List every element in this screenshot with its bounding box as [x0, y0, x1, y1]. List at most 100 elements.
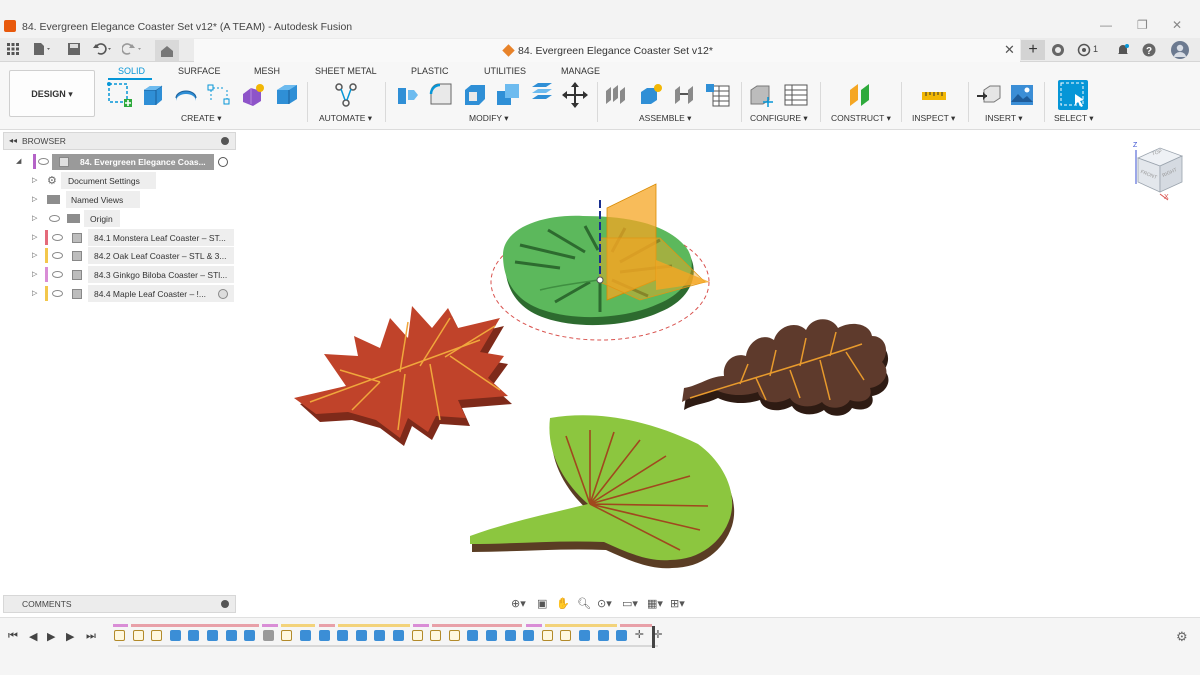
file-menu-icon[interactable]	[32, 42, 50, 58]
group-construct[interactable]: CONSTRUCT ▾	[831, 113, 891, 124]
timeline-extrude-icon[interactable]	[207, 630, 218, 641]
collapse-browser-icon[interactable]: ◂◂	[9, 136, 17, 145]
timeline-sketch-icon[interactable]	[132, 630, 144, 641]
box-icon[interactable]	[274, 82, 299, 107]
group-create[interactable]: CREATE ▾	[181, 113, 221, 124]
timeline-extrude-icon[interactable]	[523, 630, 535, 641]
expand-triangle-icon[interactable]: ▷	[32, 195, 37, 203]
timeline-extrude-icon[interactable]	[169, 630, 181, 641]
timeline-sketch-icon[interactable]	[114, 630, 125, 641]
new-component-icon[interactable]	[604, 82, 629, 107]
browser-root-row[interactable]: ◢ 84. Evergreen Elegance Coas...	[14, 153, 236, 171]
extrude-icon[interactable]	[140, 82, 165, 107]
tab-utilities[interactable]: UTILITIES	[484, 66, 526, 76]
job-status-icon[interactable]	[1077, 43, 1091, 62]
fillet-icon[interactable]	[428, 82, 453, 107]
close-window-button[interactable]: ✕	[1172, 18, 1182, 32]
timeline-extrude-icon[interactable]	[616, 630, 628, 641]
browser-item-document-settings[interactable]: ▷ ⚙ Document Settings	[14, 172, 236, 190]
expand-triangle-icon[interactable]: ▷	[32, 289, 37, 297]
press-pull-icon[interactable]	[394, 82, 419, 107]
tab-sheet-metal[interactable]: SHEET METAL	[315, 66, 377, 76]
home-button[interactable]	[155, 40, 179, 61]
visibility-eye-icon[interactable]	[52, 271, 63, 278]
tab-plastic[interactable]: PLASTIC	[411, 66, 449, 76]
group-select[interactable]: SELECT ▾	[1054, 113, 1094, 124]
timeline-settings-gear-icon[interactable]: ⚙	[1176, 629, 1188, 645]
expand-triangle-icon[interactable]: ▷	[32, 233, 37, 241]
offset-plane-icon[interactable]	[848, 82, 873, 107]
fit-icon[interactable]: ⊙▾	[597, 597, 612, 610]
browser-item-origin[interactable]: ▷ Origin	[14, 210, 236, 228]
comments-header[interactable]: COMMENTS	[3, 595, 236, 613]
group-configure[interactable]: CONFIGURE ▾	[750, 113, 808, 124]
browser-item-monstera[interactable]: ▷ 84.1 Monstera Leaf Coaster – ST...	[14, 229, 236, 247]
timeline-extrude-icon[interactable]	[188, 630, 200, 641]
app-grid-icon[interactable]	[5, 42, 21, 58]
maple-leaf-coaster[interactable]	[294, 306, 512, 446]
viewports-icon[interactable]: ⊞▾	[670, 597, 685, 610]
undo-icon[interactable]	[92, 42, 111, 58]
timeline-extrude-icon[interactable]	[393, 630, 404, 641]
timeline-sketch-icon[interactable]	[151, 630, 163, 641]
next-step-icon[interactable]: ▶︎	[66, 630, 74, 643]
visibility-eye-icon[interactable]	[52, 290, 63, 297]
group-automate[interactable]: AUTOMATE ▾	[319, 113, 372, 124]
tab-manage[interactable]: MANAGE	[561, 66, 600, 76]
timeline-extrude-icon[interactable]	[337, 630, 349, 641]
go-to-end-icon[interactable]: ⏭	[86, 630, 96, 643]
offset-face-icon[interactable]	[529, 82, 554, 107]
group-inspect[interactable]: INSPECT ▾	[912, 113, 955, 124]
timeline-extrude-icon[interactable]	[318, 630, 330, 641]
new-tab-button[interactable]: +	[1021, 40, 1045, 60]
shell-icon[interactable]	[462, 82, 487, 107]
timeline-extrude-icon[interactable]	[300, 630, 311, 641]
as-built-joint-icon[interactable]	[672, 82, 697, 107]
sweep-icon[interactable]	[206, 82, 231, 107]
joint-icon[interactable]	[638, 82, 663, 107]
visibility-eye-icon[interactable]	[38, 158, 49, 165]
insert-image-icon[interactable]	[1009, 82, 1034, 107]
ginkgo-leaf-coaster[interactable]	[470, 415, 735, 569]
timeline-move-icon[interactable]: ✛	[635, 630, 646, 641]
timeline-extrude-icon[interactable]	[467, 630, 479, 641]
oak-leaf-coaster[interactable]	[682, 319, 889, 416]
timeline-component-icon[interactable]	[262, 630, 274, 641]
timeline-extrude-icon[interactable]	[597, 630, 609, 641]
minimize-button[interactable]: —	[1100, 18, 1112, 32]
grid-settings-icon[interactable]: ▦▾	[647, 597, 663, 610]
redo-icon[interactable]	[121, 42, 141, 58]
browser-header[interactable]: ◂◂ BROWSER	[3, 132, 236, 150]
comments-add-icon[interactable]	[221, 600, 229, 608]
timeline-sketch-icon[interactable]	[541, 630, 553, 641]
move-icon[interactable]	[562, 82, 588, 108]
orbit-icon[interactable]: ⊕▾	[511, 597, 526, 610]
restore-button[interactable]: ❐	[1137, 18, 1148, 32]
previous-step-icon[interactable]: ◀︎	[29, 630, 37, 643]
group-modify[interactable]: MODIFY ▾	[469, 113, 509, 124]
tab-mesh[interactable]: MESH	[254, 66, 280, 76]
group-insert[interactable]: INSERT ▾	[985, 113, 1023, 124]
tab-surface[interactable]: SURFACE	[178, 66, 221, 76]
timeline-move-icon[interactable]: ✛	[653, 630, 664, 641]
activate-radio-icon[interactable]	[218, 289, 228, 299]
measure-icon[interactable]	[921, 82, 946, 107]
create-sketch-icon[interactable]	[107, 82, 132, 107]
timeline-extrude-icon[interactable]	[355, 630, 367, 641]
visibility-eye-icon[interactable]	[52, 234, 63, 241]
help-icon[interactable]: ?	[1142, 43, 1156, 62]
visibility-eye-icon[interactable]	[52, 252, 63, 259]
timeline-sketch-icon[interactable]	[430, 630, 442, 641]
browser-item-ginkgo[interactable]: ▷ 84.3 Ginkgo Biloba Coaster – STl...	[14, 266, 236, 284]
configure-model-icon[interactable]	[749, 82, 774, 107]
display-settings-icon[interactable]: ▭▾	[622, 597, 638, 610]
save-icon[interactable]	[66, 42, 82, 58]
expand-triangle-icon[interactable]: ▷	[32, 270, 37, 278]
construction-plane[interactable]	[596, 183, 710, 301]
timeline-extrude-icon[interactable]	[486, 630, 497, 641]
activate-radio-icon[interactable]	[218, 157, 228, 167]
play-icon[interactable]: ▶︎	[47, 630, 55, 643]
combine-icon[interactable]	[495, 82, 520, 107]
pan-icon[interactable]: ✋	[556, 597, 570, 610]
extensions-icon[interactable]	[1051, 43, 1065, 62]
